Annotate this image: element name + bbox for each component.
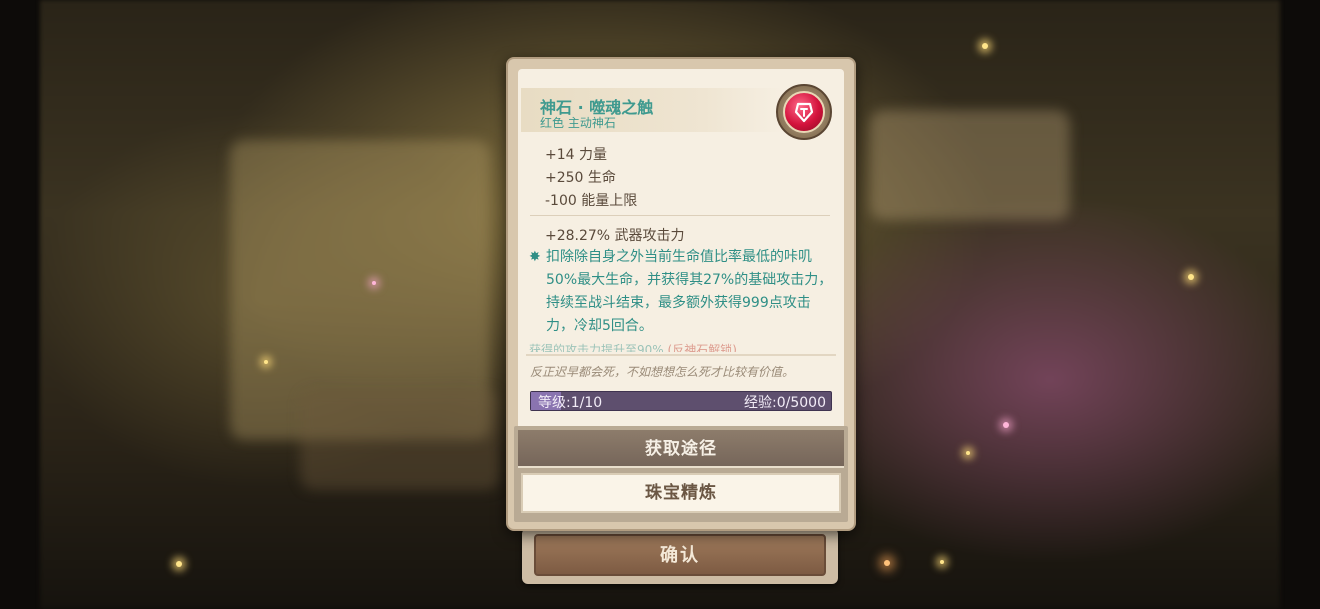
- sparkle: [176, 561, 182, 567]
- stat-weapon-attack: +28.27% 武器攻击力: [545, 228, 685, 244]
- obtain-route-button[interactable]: 获取途径: [518, 430, 844, 468]
- hidden-skill-tag: (反神石解锁): [667, 343, 737, 352]
- red-active-godstone-icon: [783, 91, 825, 133]
- sparkle: [264, 360, 268, 364]
- section-separator: [526, 354, 836, 356]
- hidden-skill-text: 获得的攻击力提升至90%: [529, 343, 664, 352]
- skill-description: 扣除除自身之外当前生命值比率最低的咔叽50%最大生命，并获得其27%的基础攻击力…: [546, 249, 833, 334]
- sparkle: [966, 451, 970, 455]
- blurred-panel-bottom: [300, 390, 500, 490]
- hidden-skill-line: 获得的攻击力提升至90% (反神石解锁): [529, 340, 831, 352]
- stat-health: +250 生命: [545, 170, 616, 186]
- item-type: 红色 主动神石: [540, 116, 616, 130]
- sparkle: [1003, 422, 1009, 428]
- confirm-button[interactable]: 确认: [534, 534, 826, 576]
- blurred-panel-right: [870, 110, 1070, 220]
- sparkle: [940, 560, 944, 564]
- divider: [530, 215, 830, 216]
- jewel-refine-button[interactable]: 珠宝精炼: [521, 473, 841, 513]
- flavor-text: 反正迟早都会死，不如想想怎么死才比较有价值。: [530, 365, 795, 379]
- stat-energy-cap: -100 能量上限: [545, 193, 638, 209]
- sparkle: [884, 560, 890, 566]
- exp-label: 经验:0/5000: [744, 395, 826, 411]
- level-label: 等级:1/10: [538, 395, 603, 411]
- sparkle: [1188, 274, 1194, 280]
- game-screen: 确认 神石 · 噬魂之触 红色 主动神石 +14 力量 +250 生命 -100…: [0, 0, 1320, 609]
- star-bullet-icon: ✸: [529, 249, 541, 265]
- sparkle: [372, 281, 376, 285]
- stat-strength: +14 力量: [545, 147, 607, 163]
- sparkle: [982, 43, 988, 49]
